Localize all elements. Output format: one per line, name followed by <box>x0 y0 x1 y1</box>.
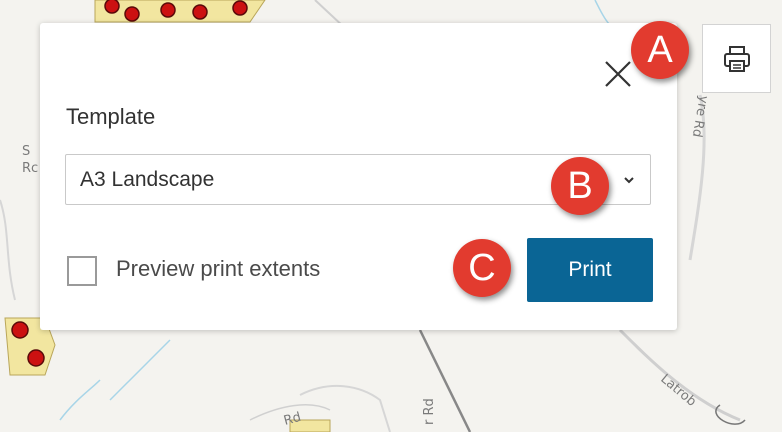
preview-print-extents-label: Preview print extents <box>116 256 321 281</box>
preview-print-extents-checkbox[interactable] <box>67 256 97 286</box>
callout-b-marker: B <box>551 157 609 215</box>
callout-a-marker: A <box>631 21 689 79</box>
chevron-down-icon <box>624 177 634 184</box>
close-icon <box>605 61 631 87</box>
print-button[interactable]: Print <box>527 238 653 302</box>
road-label: S <box>22 144 30 159</box>
road-label: Rc <box>22 161 38 176</box>
print-tool-button[interactable] <box>702 24 771 93</box>
close-button[interactable] <box>600 56 636 92</box>
callout-c-marker: C <box>453 239 511 297</box>
road-label: r Rd <box>422 398 437 425</box>
template-label: Template <box>66 104 156 129</box>
template-selected-value: A3 Landscape <box>80 168 215 191</box>
printer-icon <box>723 45 750 72</box>
